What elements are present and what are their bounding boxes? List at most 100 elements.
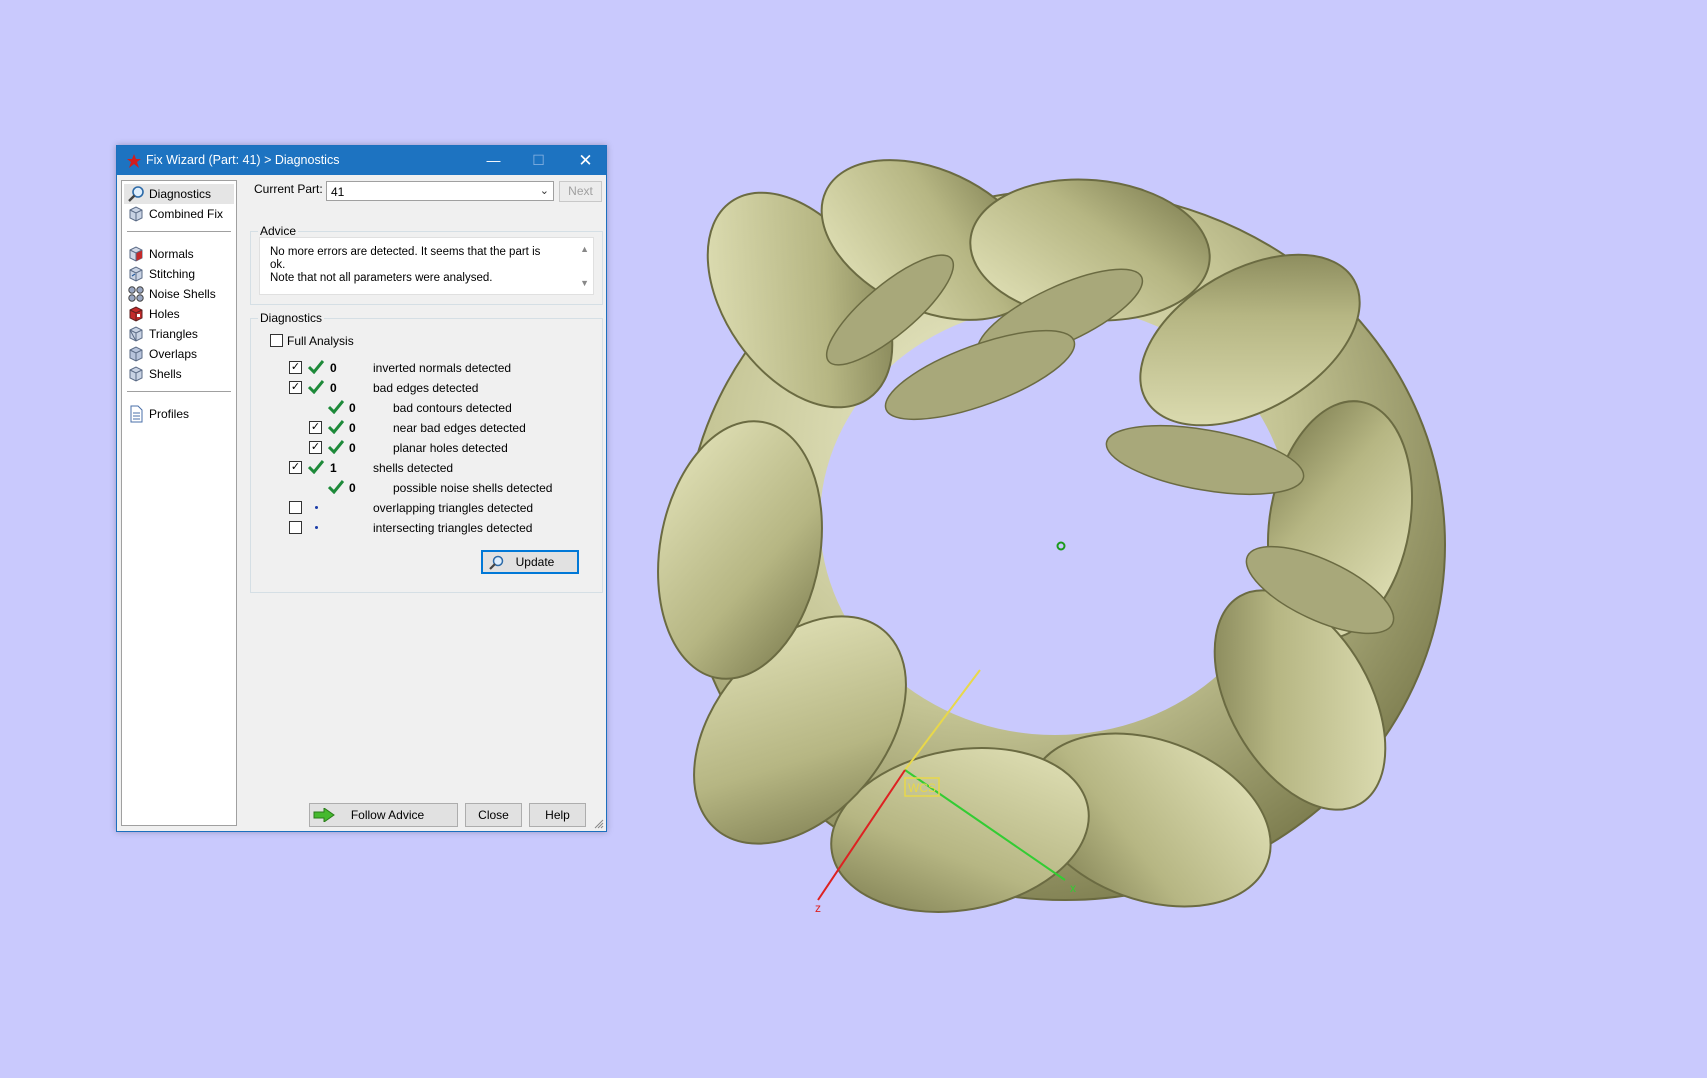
axis-x-label: x [1070,881,1076,895]
normals-cube-icon [129,246,143,262]
nav-label: Shells [149,367,182,381]
nav-label: Profiles [149,407,190,421]
diagnostics-group-title: Diagnostics [258,311,325,325]
triangles-cube-icon [129,326,143,342]
nav-item-overlaps[interactable]: Overlaps [124,344,234,364]
nav-divider [127,391,231,392]
wizard-nav: Diagnostics Combined Fix Normals Stitchi… [121,180,237,826]
current-part-select[interactable]: 41 ⌄ [326,181,554,201]
chevron-down-icon: ⌄ [539,185,549,197]
check-icon [328,480,344,494]
magnifier-icon [489,555,504,570]
bad-edges-label: bad edges detected [373,381,479,395]
advice-textbox[interactable]: No more errors are detected. It seems th… [259,237,594,295]
inverted-normals-label: inverted normals detected [373,361,512,375]
nav-label: Diagnostics [149,187,212,201]
bad-edges-count: 0 [330,381,337,395]
check-icon [308,380,324,394]
planar-holes-count: 0 [349,441,356,455]
shells-checkbox[interactable]: ✓ [289,461,302,474]
shells-count: 1 [330,461,337,475]
current-part-label: Current Part: [254,182,323,196]
inverted-normals-count: 0 [330,361,337,375]
overlapping-triangles-checkbox[interactable] [289,501,302,514]
chain-ring-model [657,159,1446,913]
close-window-button[interactable]: ✕ [563,146,608,175]
inverted-normals-checkbox[interactable]: ✓ [289,361,302,374]
bad-edges-checkbox[interactable]: ✓ [289,381,302,394]
current-part-value: 41 [331,185,345,199]
nav-label: Noise Shells [149,287,216,301]
axis-z-label: z [815,901,821,915]
nav-item-holes[interactable]: Holes [124,304,234,324]
scroll-down-icon[interactable]: ▼ [580,278,589,288]
scroll-up-icon[interactable]: ▲ [580,244,589,254]
nav-item-diagnostics[interactable]: Diagnostics [124,184,234,204]
nav-item-normals[interactable]: Normals [124,244,234,264]
nav-label: Holes [149,307,180,321]
green-arrow-icon [313,808,335,822]
nav-label: Normals [149,247,194,261]
follow-advice-button[interactable]: Follow Advice [309,803,458,827]
document-icon [130,405,143,423]
nav-label: Overlaps [149,347,198,361]
check-icon [308,360,324,374]
magnifier-icon [128,186,144,202]
fix-wizard-icon [127,154,141,168]
check-icon [308,460,324,474]
next-button[interactable]: Next [559,181,602,202]
noise-shells-count: 0 [349,481,356,495]
shells-label: shells detected [373,461,454,475]
stitching-cube-icon [129,266,143,282]
fix-wizard-dialog: Fix Wizard (Part: 41) > Diagnostics — ☐ … [116,145,607,832]
overlapping-triangles-label: overlapping triangles detected [373,501,534,515]
advice-group-title: Advice [258,224,299,238]
close-button[interactable]: Close [465,803,522,827]
follow-advice-label: Follow Advice [350,808,425,822]
shells-cube-icon [129,366,143,382]
nav-label: Combined Fix [149,207,224,221]
bad-contours-label: bad contours detected [393,401,512,415]
full-analysis-label: Full Analysis [287,334,354,348]
check-icon [328,400,344,414]
update-button[interactable]: Update [481,550,579,574]
intersecting-triangles-label: intersecting triangles detected [373,521,533,535]
intersecting-triangles-checkbox[interactable] [289,521,302,534]
planar-holes-checkbox[interactable]: ✓ [309,441,322,454]
nav-item-combined-fix[interactable]: Combined Fix [124,204,234,224]
maximize-button[interactable]: ☐ [516,146,561,175]
holes-cube-icon [129,306,143,322]
help-button[interactable]: Help [529,803,586,827]
window-title: Fix Wizard (Part: 41) > Diagnostics [146,153,340,167]
title-bar[interactable]: Fix Wizard (Part: 41) > Diagnostics — ☐ … [117,146,606,175]
bad-contours-count: 0 [349,401,356,415]
near-bad-edges-label: near bad edges detected [393,421,526,435]
noise-shells-icon [128,286,144,302]
nav-item-triangles[interactable]: Triangles [124,324,234,344]
nav-item-profiles[interactable]: Profiles [124,404,234,424]
resize-grip-icon[interactable] [594,819,604,829]
cube-icon [129,206,143,222]
wcs-label: WCS [908,781,936,795]
pending-dot-icon [315,526,318,529]
check-icon [328,420,344,434]
nav-divider [127,231,231,232]
advice-text: No more errors are detected. It seems th… [270,246,555,285]
nav-label: Stitching [149,267,196,281]
full-analysis-checkbox[interactable] [270,334,283,347]
pending-dot-icon [315,506,318,509]
nav-item-stitching[interactable]: Stitching [124,264,234,284]
minimize-button[interactable]: — [471,146,516,175]
nav-label: Triangles [149,327,198,341]
advice-line: No more errors are detected. It seems th… [270,246,541,271]
planar-holes-label: planar holes detected [393,441,508,455]
advice-line: Note that not all parameters were analys… [270,272,493,284]
nav-item-noise-shells[interactable]: Noise Shells [124,284,234,304]
overlaps-cube-icon [129,346,143,362]
check-icon [328,440,344,454]
noise-shells-label: possible noise shells detected [393,481,553,495]
update-label: Update [515,555,555,569]
near-bad-edges-checkbox[interactable]: ✓ [309,421,322,434]
near-bad-edges-count: 0 [349,421,356,435]
nav-item-shells[interactable]: Shells [124,364,234,384]
